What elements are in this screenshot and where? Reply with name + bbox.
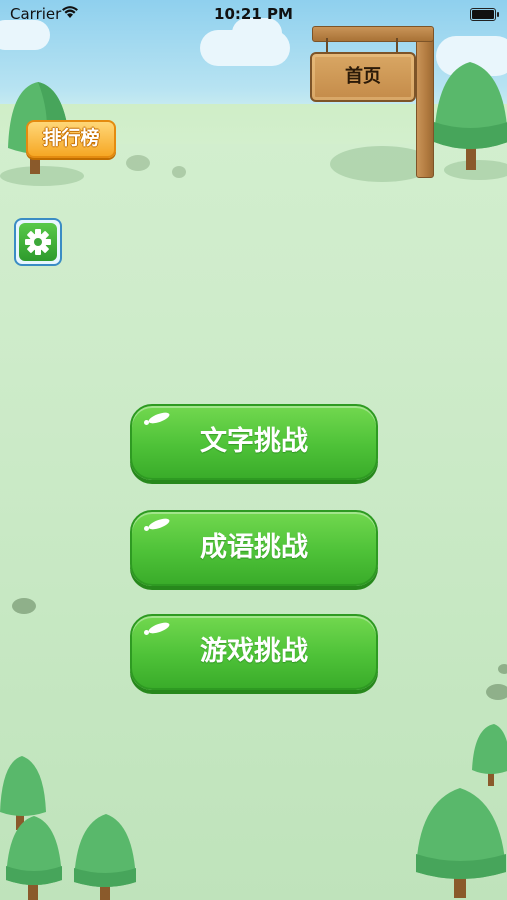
button-highlight: [144, 630, 149, 635]
game-challenge-label: 游戏挑战: [200, 636, 308, 667]
gear-icon: [25, 229, 51, 255]
idiom-challenge-button[interactable]: 成语挑战: [130, 510, 378, 586]
tree: [74, 814, 136, 900]
stone: [498, 664, 507, 674]
text-challenge-button[interactable]: 文字挑战: [130, 404, 378, 480]
stone: [486, 684, 507, 700]
idiom-challenge-label: 成语挑战: [200, 532, 308, 563]
stone: [126, 155, 150, 171]
button-highlight: [147, 516, 171, 532]
status-bar: Carrier 10:21 PM: [0, 0, 507, 28]
button-highlight: [144, 526, 149, 531]
stone: [172, 166, 186, 178]
button-highlight: [144, 420, 149, 425]
game-challenge-button[interactable]: 游戏挑战: [130, 614, 378, 690]
button-highlight: [147, 620, 171, 636]
sign-crossbeam: [312, 26, 434, 42]
button-highlight: [147, 410, 171, 426]
leaderboard-button[interactable]: 排行榜: [26, 120, 116, 158]
settings-button-face: [19, 223, 57, 261]
stone: [12, 598, 36, 614]
page-title: 首页: [345, 66, 381, 87]
text-challenge-label: 文字挑战: [200, 426, 308, 457]
tree: [472, 724, 507, 786]
status-time: 10:21 PM: [214, 5, 293, 23]
sign-post: [416, 30, 434, 178]
settings-button[interactable]: [14, 218, 62, 266]
tree: [6, 816, 62, 900]
tree: [434, 62, 507, 170]
battery-icon: [470, 8, 499, 21]
tree: [416, 788, 506, 898]
